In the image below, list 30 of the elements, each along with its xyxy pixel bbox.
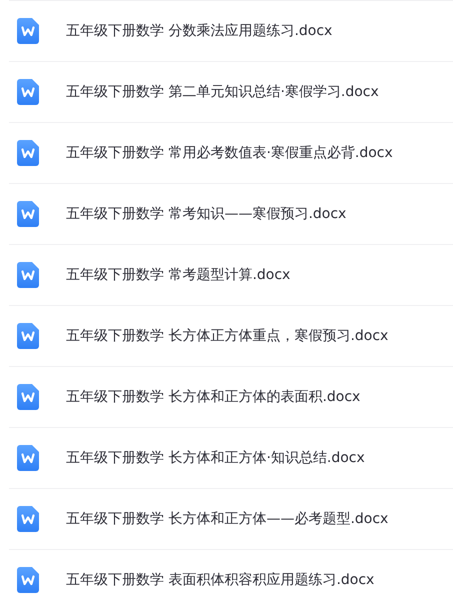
file-row[interactable]: 五年级下册数学 表面积体积容积应用题练习.docx xyxy=(9,549,453,600)
document-icon xyxy=(17,18,39,44)
file-row[interactable]: 五年级下册数学 常考题型计算.docx xyxy=(9,244,453,305)
file-name: 五年级下册数学 长方体和正方体——必考题型.docx xyxy=(66,510,388,528)
file-name: 五年级下册数学 表面积体积容积应用题练习.docx xyxy=(66,571,374,589)
file-name: 五年级下册数学 长方体和正方体的表面积.docx xyxy=(66,388,360,406)
document-icon xyxy=(17,567,39,593)
file-row[interactable]: 五年级下册数学 分数乘法应用题练习.docx xyxy=(9,0,453,61)
document-icon xyxy=(17,445,39,471)
file-row[interactable]: 五年级下册数学 长方体和正方体——必考题型.docx xyxy=(9,488,453,549)
document-icon xyxy=(17,201,39,227)
file-name: 五年级下册数学 常考知识——寒假预习.docx xyxy=(66,205,346,223)
document-icon xyxy=(17,140,39,166)
file-row[interactable]: 五年级下册数学 常用必考数值表·寒假重点必背.docx xyxy=(9,122,453,183)
file-name: 五年级下册数学 分数乘法应用题练习.docx xyxy=(66,22,332,40)
file-row[interactable]: 五年级下册数学 长方体和正方体的表面积.docx xyxy=(9,366,453,427)
document-icon xyxy=(17,79,39,105)
file-name: 五年级下册数学 长方体正方体重点，寒假预习.docx xyxy=(66,327,388,345)
file-name: 五年级下册数学 常用必考数值表·寒假重点必背.docx xyxy=(66,144,393,162)
document-icon xyxy=(17,384,39,410)
file-row[interactable]: 五年级下册数学 长方体正方体重点，寒假预习.docx xyxy=(9,305,453,366)
file-row[interactable]: 五年级下册数学 第二单元知识总结·寒假学习.docx xyxy=(9,61,453,122)
document-icon xyxy=(17,506,39,532)
file-row[interactable]: 五年级下册数学 长方体和正方体·知识总结.docx xyxy=(9,427,453,488)
document-icon xyxy=(17,323,39,349)
file-row[interactable]: 五年级下册数学 常考知识——寒假预习.docx xyxy=(9,183,453,244)
file-name: 五年级下册数学 长方体和正方体·知识总结.docx xyxy=(66,449,365,467)
file-name: 五年级下册数学 第二单元知识总结·寒假学习.docx xyxy=(66,83,379,101)
document-icon xyxy=(17,262,39,288)
file-name: 五年级下册数学 常考题型计算.docx xyxy=(66,266,290,284)
